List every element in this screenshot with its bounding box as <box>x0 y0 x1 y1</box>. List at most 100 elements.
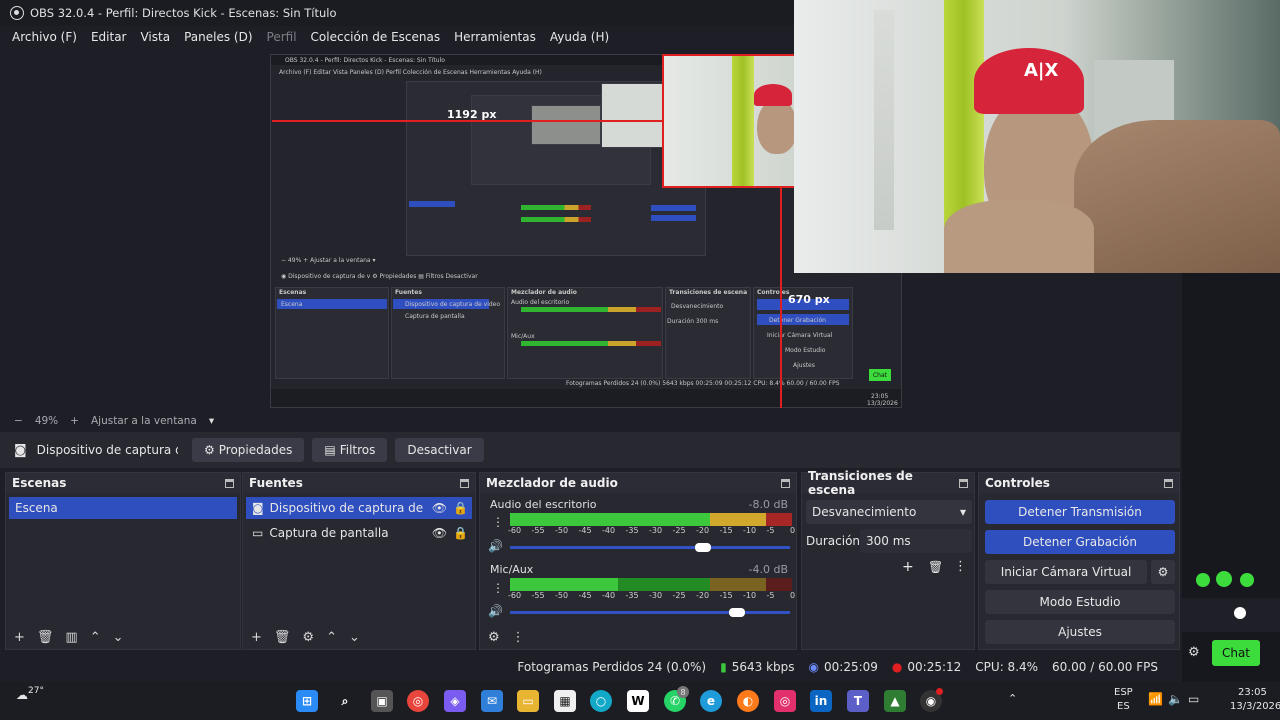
duration-value: 300 ms <box>866 534 911 548</box>
menu-vista[interactable]: Vista <box>140 30 170 44</box>
audio-meter <box>510 578 792 591</box>
webcam-source[interactable]: A|X <box>794 0 1280 273</box>
volume-slider[interactable] <box>510 611 790 614</box>
weather-icon[interactable]: ☁ <box>16 688 28 702</box>
lock-icon[interactable]: 🔒 <box>453 526 468 540</box>
scene-item[interactable]: Escena <box>9 497 237 519</box>
meter-tick-label: -60 <box>508 591 522 600</box>
stop-stream-button[interactable]: Detener Transmisión <box>985 500 1175 524</box>
obs-logo-icon <box>10 6 24 20</box>
undock-icon[interactable] <box>959 478 968 488</box>
copilot-icon[interactable]: ◈ <box>444 690 466 712</box>
trash-icon[interactable]: 🗑 <box>928 560 943 574</box>
move-up-icon[interactable]: ⌃ <box>90 630 101 645</box>
zoom-in-button[interactable]: + <box>70 415 79 427</box>
stream-time-value: 00:25:09 <box>824 660 878 674</box>
teams-icon[interactable]: T <box>847 690 869 712</box>
undock-icon[interactable] <box>225 478 234 488</box>
chrome-icon[interactable]: ◎ <box>407 690 429 712</box>
language-indicator[interactable]: ESP <box>1114 687 1133 698</box>
menu-editar[interactable]: Editar <box>91 30 127 44</box>
menu-herramientas[interactable]: Herramientas <box>454 30 536 44</box>
transition-select[interactable]: Desvanecimiento ▾ <box>806 500 972 524</box>
source-item[interactable]: ▭ Captura de pantalla 👁 🔒 <box>246 522 472 544</box>
kebab-menu-icon[interactable]: ⋮ <box>954 559 967 574</box>
virtual-camera-button[interactable]: Iniciar Cámara Virtual <box>985 560 1147 584</box>
clock-date[interactable]: 13/3/2026 <box>1230 701 1280 712</box>
source-item[interactable]: ◙ Dispositivo de captura de video 👁 🔒 <box>246 497 472 519</box>
stop-record-button[interactable]: Detener Grabación <box>985 530 1175 554</box>
meter-tick-label: -25 <box>672 591 686 600</box>
scenes-title: Escenas <box>12 476 67 490</box>
kebab-menu-icon[interactable]: ⋮ <box>492 515 504 529</box>
add-icon[interactable]: + <box>251 630 262 645</box>
move-down-icon[interactable]: ⌄ <box>349 630 360 645</box>
audio-meter <box>510 513 792 526</box>
battery-icon[interactable]: ▭ <box>1188 692 1199 706</box>
zoom-fit-label[interactable]: Ajustar a la ventana <box>91 415 197 427</box>
cortana-icon[interactable]: ○ <box>590 690 612 712</box>
undock-icon[interactable] <box>1164 478 1173 488</box>
undock-icon[interactable] <box>460 478 469 488</box>
filter-icon[interactable]: ▥ <box>65 630 77 645</box>
eye-icon[interactable]: 👁 <box>432 501 447 515</box>
menu-paneles[interactable]: Paneles (D) <box>184 30 252 44</box>
volume-knob[interactable] <box>728 608 745 617</box>
properties-button[interactable]: ⚙ Propiedades <box>192 438 305 462</box>
drive-icon[interactable]: ▲ <box>884 690 906 712</box>
speaker-icon[interactable]: 🔊 <box>488 539 503 553</box>
meter-tick-label: -25 <box>672 526 686 535</box>
kebab-menu-icon[interactable]: ⋮ <box>512 630 525 645</box>
edge-icon[interactable]: e <box>700 690 722 712</box>
mixer-toolbar: ⚙ ⋮ <box>480 625 796 649</box>
lock-icon[interactable]: 🔒 <box>453 501 468 515</box>
menu-coleccion-escenas[interactable]: Colección de Escenas <box>311 30 441 44</box>
trash-icon[interactable]: 🗑 <box>37 630 54 645</box>
windows-start-icon[interactable]: ⊞ <box>296 690 318 712</box>
menu-ayuda[interactable]: Ayuda (H) <box>550 30 609 44</box>
store-icon[interactable]: ▦ <box>554 690 576 712</box>
chevron-down-icon[interactable]: ▾ <box>209 415 214 427</box>
firefox-icon[interactable]: ◐ <box>737 690 759 712</box>
trash-icon[interactable]: 🗑 <box>274 630 291 645</box>
task-view-icon[interactable]: ▣ <box>371 690 393 712</box>
kebab-menu-icon[interactable]: ⋮ <box>492 581 504 595</box>
gear-icon[interactable]: ⚙ <box>1151 560 1175 584</box>
undock-icon[interactable] <box>781 478 790 488</box>
filters-button[interactable]: ▤ Filtros <box>312 438 388 462</box>
volume-slider[interactable] <box>510 546 790 549</box>
gear-icon[interactable]: ⚙ <box>302 630 314 645</box>
stream-time: ◉ 00:25:09 <box>809 660 878 674</box>
add-icon[interactable]: + <box>14 630 25 645</box>
clock-time[interactable]: 23:05 <box>1238 687 1267 698</box>
wikipedia-icon[interactable]: W <box>627 690 649 712</box>
chat-button[interactable]: Chat <box>1212 640 1260 666</box>
emoji-icon[interactable] <box>1234 607 1246 619</box>
volume-knob[interactable] <box>695 543 712 552</box>
move-up-icon[interactable]: ⌃ <box>326 630 337 645</box>
zoom-out-button[interactable]: − <box>14 415 23 427</box>
instagram-icon[interactable]: ◎ <box>774 690 796 712</box>
gear-icon[interactable]: ⚙ <box>488 630 500 645</box>
volume-icon[interactable]: 🔈 <box>1168 692 1183 706</box>
mail-icon[interactable]: ✉ <box>481 690 503 712</box>
deactivate-button[interactable]: Desactivar <box>395 438 484 462</box>
transitions-title: Transiciones de escena <box>808 469 913 497</box>
add-icon[interactable]: + <box>902 559 914 575</box>
settings-button[interactable]: Ajustes <box>985 620 1175 644</box>
chevron-up-icon[interactable]: ⌃ <box>1008 692 1017 705</box>
studio-mode-button[interactable]: Modo Estudio <box>985 590 1175 614</box>
mixer-channel-db: -8.0 dB <box>748 498 789 511</box>
file-explorer-icon[interactable]: ▭ <box>517 690 539 712</box>
wifi-icon[interactable]: 📶 <box>1148 692 1163 706</box>
chat-settings-icon[interactable]: ⚙ <box>1188 645 1200 660</box>
search-icon[interactable]: ⌕ <box>334 690 356 712</box>
duration-spinbox[interactable]: 300 ms <box>860 529 972 553</box>
linkedin-icon[interactable]: in <box>810 690 832 712</box>
eye-icon[interactable]: 👁 <box>432 526 447 540</box>
move-down-icon[interactable]: ⌄ <box>113 630 124 645</box>
menu-perfil[interactable]: Perfil <box>267 30 297 44</box>
meter-tick-label: -50 <box>555 591 569 600</box>
speaker-icon[interactable]: 🔊 <box>488 604 503 618</box>
menu-archivo[interactable]: Archivo (F) <box>12 30 77 44</box>
